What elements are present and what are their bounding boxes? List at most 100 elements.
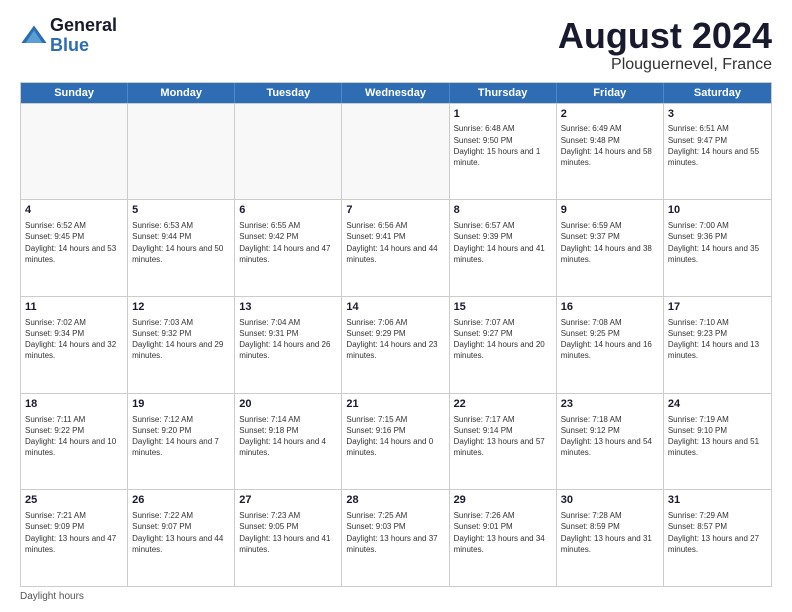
cal-cell-3-4: 14 Sunrise: 7:06 AM Sunset: 9:29 PM Dayli… [342, 297, 449, 393]
header-thursday: Thursday [450, 83, 557, 103]
day-num-9: 9 [561, 203, 659, 218]
day-num-29: 29 [454, 493, 552, 508]
cal-cell-3-1: 11 Sunrise: 7:02 AM Sunset: 9:34 PM Dayli… [21, 297, 128, 393]
day-info-21: Sunrise: 7:15 AM Sunset: 9:16 PM Dayligh… [346, 414, 444, 459]
cal-row-2: 4 Sunrise: 6:52 AM Sunset: 9:45 PM Daylig… [21, 199, 771, 296]
header-tuesday: Tuesday [235, 83, 342, 103]
cal-cell-4-2: 19Sunrise: 7:12 AM Sunset: 9:20 PM Dayli… [128, 394, 235, 490]
day-num-8: 8 [454, 203, 552, 218]
day-info-9: Sunrise: 6:59 AM Sunset: 9:37 PM Dayligh… [561, 220, 659, 265]
day-num-20: 20 [239, 397, 337, 412]
day-info-8: Sunrise: 6:57 AM Sunset: 9:39 PM Dayligh… [454, 220, 552, 265]
day-info-3: Sunrise: 6:51 AM Sunset: 9:47 PM Dayligh… [668, 123, 767, 168]
day-num-5: 5 [132, 203, 230, 218]
day-info-23: Sunrise: 7:18 AM Sunset: 9:12 PM Dayligh… [561, 414, 659, 459]
cal-row-4: 18 Sunrise: 7:11 AM Sunset: 9:22 PM Dayli… [21, 393, 771, 490]
cal-cell-2-1: 4 Sunrise: 6:52 AM Sunset: 9:45 PM Daylig… [21, 200, 128, 296]
cal-cell-5-4: 28Sunrise: 7:25 AM Sunset: 9:03 PM Dayli… [342, 490, 449, 586]
day-info-7: Sunrise: 6:56 AM Sunset: 9:41 PM Dayligh… [346, 220, 444, 265]
day-info-31: Sunrise: 7:29 AM Sunset: 8:57 PM Dayligh… [668, 510, 767, 555]
day-info-5: Sunrise: 6:53 AM Sunset: 9:44 PM Dayligh… [132, 220, 230, 265]
cal-row-1: 1Sunrise: 6:48 AM Sunset: 9:50 PM Daylig… [21, 103, 771, 200]
day-num-19: 19 [132, 397, 230, 412]
cal-cell-1-2 [128, 104, 235, 200]
title-block: August 2024 Plouguernevel, France [558, 16, 772, 74]
day-num-10: 10 [668, 203, 767, 218]
cal-cell-4-3: 20 Sunrise: 7:14 AM Sunset: 9:18 PM Dayli… [235, 394, 342, 490]
month-year: August 2024 [558, 16, 772, 56]
cal-cell-5-5: 29 Sunrise: 7:26 AM Sunset: 9:01 PM Dayli… [450, 490, 557, 586]
day-info-20: Sunrise: 7:14 AM Sunset: 9:18 PM Dayligh… [239, 414, 337, 459]
day-info-28: Sunrise: 7:25 AM Sunset: 9:03 PM Dayligh… [346, 510, 444, 555]
day-info-26: Sunrise: 7:22 AM Sunset: 9:07 PM Dayligh… [132, 510, 230, 555]
cal-cell-1-6: 2Sunrise: 6:49 AM Sunset: 9:48 PM Daylig… [557, 104, 664, 200]
day-info-11: Sunrise: 7:02 AM Sunset: 9:34 PM Dayligh… [25, 317, 123, 362]
day-info-14: Sunrise: 7:06 AM Sunset: 9:29 PM Dayligh… [346, 317, 444, 362]
cal-cell-2-4: 7Sunrise: 6:56 AM Sunset: 9:41 PM Daylig… [342, 200, 449, 296]
logo-text: General Blue [50, 16, 117, 56]
day-info-4: Sunrise: 6:52 AM Sunset: 9:45 PM Dayligh… [25, 220, 123, 265]
day-info-24: Sunrise: 7:19 AM Sunset: 9:10 PM Dayligh… [668, 414, 767, 459]
day-num-14: 14 [346, 300, 444, 315]
logo-icon [20, 22, 48, 50]
day-num-4: 4 [25, 203, 123, 218]
day-info-30: Sunrise: 7:28 AM Sunset: 8:59 PM Dayligh… [561, 510, 659, 555]
day-num-22: 22 [454, 397, 552, 412]
calendar-header: Sunday Monday Tuesday Wednesday Thursday… [21, 83, 771, 103]
calendar: Sunday Monday Tuesday Wednesday Thursday… [20, 82, 772, 587]
day-num-11: 11 [25, 300, 123, 315]
logo: General Blue [20, 16, 117, 56]
day-num-26: 26 [132, 493, 230, 508]
cal-cell-4-1: 18 Sunrise: 7:11 AM Sunset: 9:22 PM Dayli… [21, 394, 128, 490]
cal-cell-5-1: 25 Sunrise: 7:21 AM Sunset: 9:09 PM Dayli… [21, 490, 128, 586]
day-num-16: 16 [561, 300, 659, 315]
day-num-27: 27 [239, 493, 337, 508]
header-sunday: Sunday [21, 83, 128, 103]
cal-cell-3-7: 17Sunrise: 7:10 AM Sunset: 9:23 PM Dayli… [664, 297, 771, 393]
cal-cell-4-7: 24 Sunrise: 7:19 AM Sunset: 9:10 PM Dayli… [664, 394, 771, 490]
day-num-21: 21 [346, 397, 444, 412]
day-info-17: Sunrise: 7:10 AM Sunset: 9:23 PM Dayligh… [668, 317, 767, 362]
day-info-1: Sunrise: 6:48 AM Sunset: 9:50 PM Dayligh… [454, 123, 552, 168]
header-saturday: Saturday [664, 83, 771, 103]
cal-cell-2-3: 6 Sunrise: 6:55 AM Sunset: 9:42 PM Daylig… [235, 200, 342, 296]
day-num-23: 23 [561, 397, 659, 412]
cal-cell-5-7: 31 Sunrise: 7:29 AM Sunset: 8:57 PM Dayli… [664, 490, 771, 586]
cal-cell-5-2: 26 Sunrise: 7:22 AM Sunset: 9:07 PM Dayli… [128, 490, 235, 586]
day-num-18: 18 [25, 397, 123, 412]
header-wednesday: Wednesday [342, 83, 449, 103]
location: Plouguernevel, France [558, 56, 772, 74]
cal-cell-1-3 [235, 104, 342, 200]
cal-cell-3-6: 16Sunrise: 7:08 AM Sunset: 9:25 PM Dayli… [557, 297, 664, 393]
page: General Blue August 2024 Plouguernevel, … [0, 0, 792, 612]
day-num-6: 6 [239, 203, 337, 218]
cal-cell-4-6: 23 Sunrise: 7:18 AM Sunset: 9:12 PM Dayli… [557, 394, 664, 490]
cal-cell-4-4: 21 Sunrise: 7:15 AM Sunset: 9:16 PM Dayli… [342, 394, 449, 490]
day-num-2: 2 [561, 107, 659, 122]
cal-cell-3-5: 15Sunrise: 7:07 AM Sunset: 9:27 PM Dayli… [450, 297, 557, 393]
header-friday: Friday [557, 83, 664, 103]
day-info-29: Sunrise: 7:26 AM Sunset: 9:01 PM Dayligh… [454, 510, 552, 555]
day-info-18: Sunrise: 7:11 AM Sunset: 9:22 PM Dayligh… [25, 414, 123, 459]
cal-cell-2-7: 10Sunrise: 7:00 AM Sunset: 9:36 PM Dayli… [664, 200, 771, 296]
cal-cell-1-5: 1Sunrise: 6:48 AM Sunset: 9:50 PM Daylig… [450, 104, 557, 200]
cal-cell-4-5: 22 Sunrise: 7:17 AM Sunset: 9:14 PM Dayli… [450, 394, 557, 490]
cal-cell-3-2: 12Sunrise: 7:03 AM Sunset: 9:32 PM Dayli… [128, 297, 235, 393]
day-num-1: 1 [454, 107, 552, 122]
day-info-22: Sunrise: 7:17 AM Sunset: 9:14 PM Dayligh… [454, 414, 552, 459]
day-info-15: Sunrise: 7:07 AM Sunset: 9:27 PM Dayligh… [454, 317, 552, 362]
day-info-27: Sunrise: 7:23 AM Sunset: 9:05 PM Dayligh… [239, 510, 337, 555]
cal-cell-5-6: 30Sunrise: 7:28 AM Sunset: 8:59 PM Dayli… [557, 490, 664, 586]
day-num-31: 31 [668, 493, 767, 508]
cal-row-5: 25 Sunrise: 7:21 AM Sunset: 9:09 PM Dayli… [21, 489, 771, 586]
day-info-25: Sunrise: 7:21 AM Sunset: 9:09 PM Dayligh… [25, 510, 123, 555]
header: General Blue August 2024 Plouguernevel, … [20, 16, 772, 74]
day-num-25: 25 [25, 493, 123, 508]
day-num-12: 12 [132, 300, 230, 315]
day-num-24: 24 [668, 397, 767, 412]
footer-note: Daylight hours [20, 591, 772, 602]
day-info-6: Sunrise: 6:55 AM Sunset: 9:42 PM Dayligh… [239, 220, 337, 265]
cal-cell-5-3: 27 Sunrise: 7:23 AM Sunset: 9:05 PM Dayli… [235, 490, 342, 586]
day-num-3: 3 [668, 107, 767, 122]
cal-cell-2-5: 8 Sunrise: 6:57 AM Sunset: 9:39 PM Daylig… [450, 200, 557, 296]
